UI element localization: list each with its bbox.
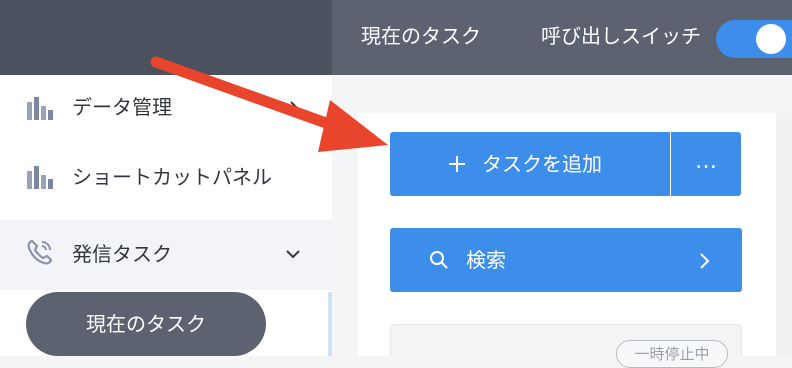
current-task-link[interactable]: 現在のタスク: [361, 22, 481, 50]
call-switch-label: 呼び出しスイッチ: [541, 24, 701, 48]
chevron-down-icon: [286, 250, 300, 259]
plus-icon: [449, 156, 465, 172]
bar-chart-icon: [27, 97, 53, 120]
more-options-button[interactable]: …: [671, 132, 741, 196]
search-label: 検索: [466, 248, 506, 272]
chevron-right-icon: [700, 253, 710, 269]
chevron-right-icon: [290, 101, 300, 117]
sidebar-item-shortcut-panel[interactable]: ショートカットパネル: [0, 145, 332, 215]
add-task-label: タスクを追加: [482, 152, 602, 176]
toggle-knob: [756, 24, 786, 54]
bar-chart-icon: [27, 166, 53, 189]
sidebar-item-label: 発信タスク: [72, 242, 172, 266]
search-icon: [430, 251, 448, 269]
call-switch-toggle[interactable]: [716, 20, 792, 58]
top-bar-brand-area: [0, 0, 332, 75]
sidebar-item-label: データ管理: [72, 95, 172, 119]
phone-icon: [27, 239, 53, 265]
sidebar-item-label: ショートカットパネル: [72, 165, 272, 189]
top-bar: 現在のタスク 呼び出しスイッチ: [0, 0, 792, 75]
adjacent-panel-edge: [776, 113, 792, 356]
sidebar-item-outbound-tasks[interactable]: 発信タスク: [0, 220, 332, 290]
sidebar-subitem-current-task[interactable]: 現在のタスク: [26, 292, 266, 356]
sidebar-item-data-management[interactable]: データ管理: [0, 75, 332, 145]
status-badge: 一時停止中: [616, 340, 728, 368]
